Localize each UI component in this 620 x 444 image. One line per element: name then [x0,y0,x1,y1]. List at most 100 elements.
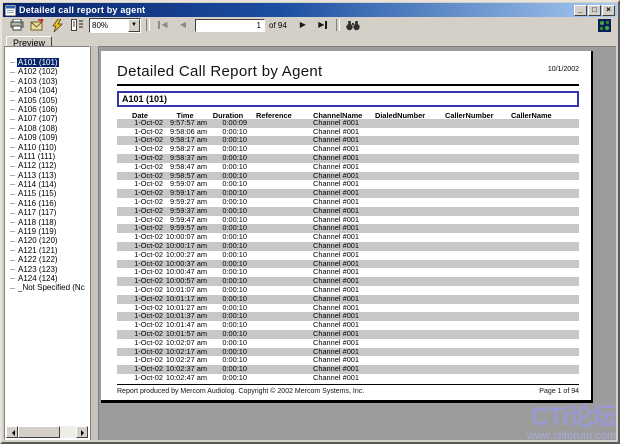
cell [375,339,445,348]
tree-tick [10,109,15,110]
cell: 10:00:27 am [163,251,209,260]
sidebar-item-a109-109[interactable]: A109 (109) [10,133,89,142]
cell: 1-Oct-02 [117,128,163,137]
sidebar-item-label: A117 (117) [17,208,57,217]
call-table: DateTimeDurationReferenceChannelNameDial… [117,110,579,383]
sidebar-item-a122-122[interactable]: A122 (122) [10,255,89,264]
minimize-button[interactable]: _ [574,5,587,16]
cell [445,365,511,374]
sidebar-item-a113-113[interactable]: A113 (113) [10,171,89,180]
scroll-left-button[interactable] [6,426,18,438]
sidebar-item-a117-117[interactable]: A117 (117) [10,208,89,217]
sidebar-item-label: A109 (109) [17,133,59,142]
cell [375,321,445,330]
cell: 0:00:10 [209,251,247,260]
cell [511,207,579,216]
cell [375,224,445,233]
cell [511,330,579,339]
zoom-level-input[interactable] [90,20,128,31]
sidebar-item-a103-103[interactable]: A103 (103) [10,77,89,86]
sidebar-horizontal-scrollbar[interactable] [6,426,88,438]
cell [511,365,579,374]
cell: 10:00:17 am [163,242,209,251]
report-title: Detailed Call Report by Agent [117,63,579,80]
cell: 0:00:10 [209,242,247,251]
cell: 1-Oct-02 [117,251,163,260]
scrollbar-track[interactable] [60,426,76,438]
printer-icon [10,19,24,31]
sidebar-item-a121-121[interactable]: A121 (121) [10,246,89,255]
report-page: Detailed Call Report by Agent 10/1/2002 … [101,51,593,403]
cell [445,277,511,286]
print-button[interactable] [8,18,26,32]
cell [445,251,511,260]
cell: 10:02:17 am [163,348,209,357]
cell: Channel #001 [313,251,375,260]
previous-page-button[interactable]: ◀ [174,18,192,32]
cell: 0:00:10 [209,198,247,207]
tree-tick [10,213,15,214]
sidebar-item-a124-124[interactable]: A124 (124) [10,274,89,283]
table-row: 1-Oct-029:59:17 am0:00:10Channel #001 [117,189,579,198]
cell: 10:02:37 am [163,365,209,374]
cell [445,374,511,383]
lightning-icon [52,19,63,32]
sidebar-item-a110-110[interactable]: A110 (110) [10,143,89,152]
tree-tick [10,241,15,242]
tree-tick [10,156,15,157]
cell: Channel #001 [313,295,375,304]
cell: 0:00:10 [209,180,247,189]
cell: Channel #001 [313,304,375,313]
sidebar-item-a107-107[interactable]: A107 (107) [10,114,89,123]
cell: Channel #001 [313,339,375,348]
cell [445,224,511,233]
tree-tick [10,119,15,120]
next-page-button[interactable]: ▶ [294,18,312,32]
cell: 1-Oct-02 [117,145,163,154]
cell [375,304,445,313]
export-button[interactable] [28,18,46,32]
sidebar-item-a115-115[interactable]: A115 (115) [10,189,89,198]
first-page-button[interactable]: ◀ [154,18,172,32]
cell [445,119,511,128]
cell: 10:02:27 am [163,356,209,365]
sidebar-item-a102-102[interactable]: A102 (102) [10,67,89,76]
sidebar-item-a119-119[interactable]: A119 (119) [10,227,89,236]
close-button[interactable]: × [602,5,615,16]
scroll-right-button[interactable] [76,426,88,438]
cell [247,321,313,330]
sidebar-item-a120-120[interactable]: A120 (120) [10,236,89,245]
cell: 0:00:10 [209,260,247,269]
refresh-button[interactable] [48,18,66,32]
sidebar-item-a114-114[interactable]: A114 (114) [10,180,89,189]
sidebar-item-a108-108[interactable]: A108 (108) [10,124,89,133]
sidebar-item-a105-105[interactable]: A105 (105) [10,96,89,105]
cell: 10:02:47 am [163,374,209,383]
previous-page-icon: ◀ [180,21,186,29]
cell [445,198,511,207]
table-row: 1-Oct-0210:01:47 am0:00:10Channel #001 [117,321,579,330]
sidebar-item-a106-106[interactable]: A106 (106) [10,105,89,114]
sidebar-item-a123-123[interactable]: A123 (123) [10,265,89,274]
search-button[interactable] [344,18,362,32]
cell [511,163,579,172]
sidebar-item-a101-101[interactable]: A101 (101) [10,58,89,67]
cell [247,277,313,286]
sidebar-item-not-specified-nc[interactable]: _Not Specified (Nc [10,283,89,292]
sidebar-item-a104-104[interactable]: A104 (104) [10,86,89,95]
cell [375,154,445,163]
last-page-button[interactable]: ▶ [314,18,332,32]
sidebar-item-a116-116[interactable]: A116 (116) [10,199,89,208]
sidebar-item-a112-112[interactable]: A112 (112) [10,161,89,170]
sidebar-item-a118-118[interactable]: A118 (118) [10,218,89,227]
scrollbar-thumb[interactable] [18,426,60,438]
cell [511,304,579,313]
page-number-input[interactable] [195,19,265,32]
cell [247,374,313,383]
zoom-dropdown-arrow[interactable]: ▼ [128,19,140,32]
sidebar-item-a111-111[interactable]: A111 (111) [10,152,89,161]
tree-tick [10,184,15,185]
toggle-group-tree-button[interactable] [68,18,86,32]
maximize-button[interactable]: □ [588,5,601,16]
table-row: 1-Oct-0210:00:27 am0:00:10 Channel #001 [117,251,579,260]
